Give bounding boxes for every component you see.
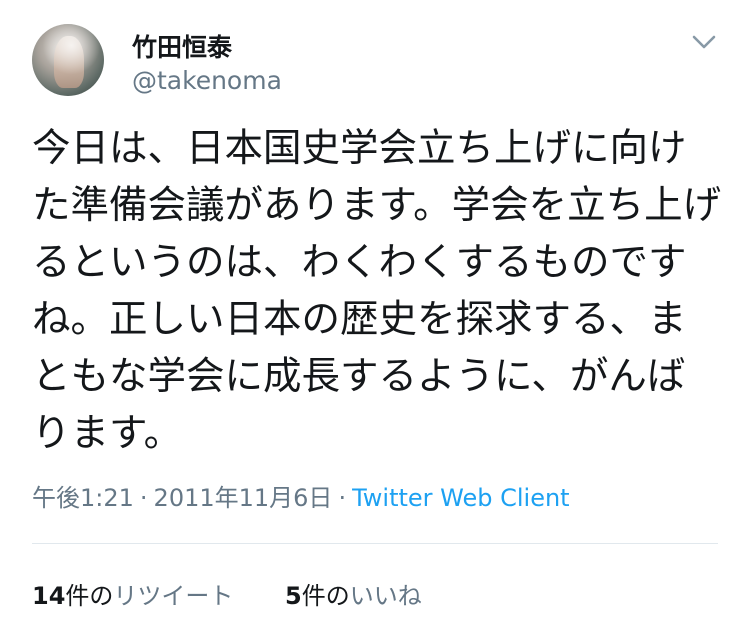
meta-separator: · [139, 484, 148, 512]
avatar-overlay [32, 24, 104, 96]
avatar[interactable] [32, 24, 104, 96]
tweet-date[interactable]: 2011年11月6日 [154, 484, 333, 512]
retweet-count-number: 14 [32, 582, 66, 610]
chevron-down-icon[interactable] [690, 32, 718, 52]
like-label: いいね [349, 582, 422, 610]
divider [32, 543, 718, 544]
retweet-count[interactable]: 14件のリツイート [32, 576, 233, 611]
tweet-text: 今日は、日本国史学会立ち上げに向けた準備会議があります。学会を立ち上げるというの… [32, 126, 722, 456]
tweet-card: 竹田恒泰 @takenoma 今日は、日本国史学会立ち上げに向けた準備会議があり… [0, 0, 750, 633]
tweet-time[interactable]: 午後1:21 [32, 484, 134, 512]
display-name[interactable]: 竹田恒泰 [132, 28, 232, 64]
meta-separator: · [338, 484, 347, 512]
tweet-meta: 午後1:21 · 2011年11月6日 · Twitter Web Client [32, 478, 570, 513]
tweet-stats: 14件のリツイート 5件のいいね [32, 576, 422, 611]
like-count-unit: 件の [301, 582, 350, 610]
retweet-count-unit: 件の [65, 582, 114, 610]
retweet-label: リツイート [113, 582, 234, 610]
user-handle[interactable]: @takenoma [132, 66, 282, 95]
client-link[interactable]: Twitter Web Client [352, 484, 570, 512]
like-count[interactable]: 5件のいいね [285, 576, 422, 611]
like-count-number: 5 [285, 582, 302, 610]
